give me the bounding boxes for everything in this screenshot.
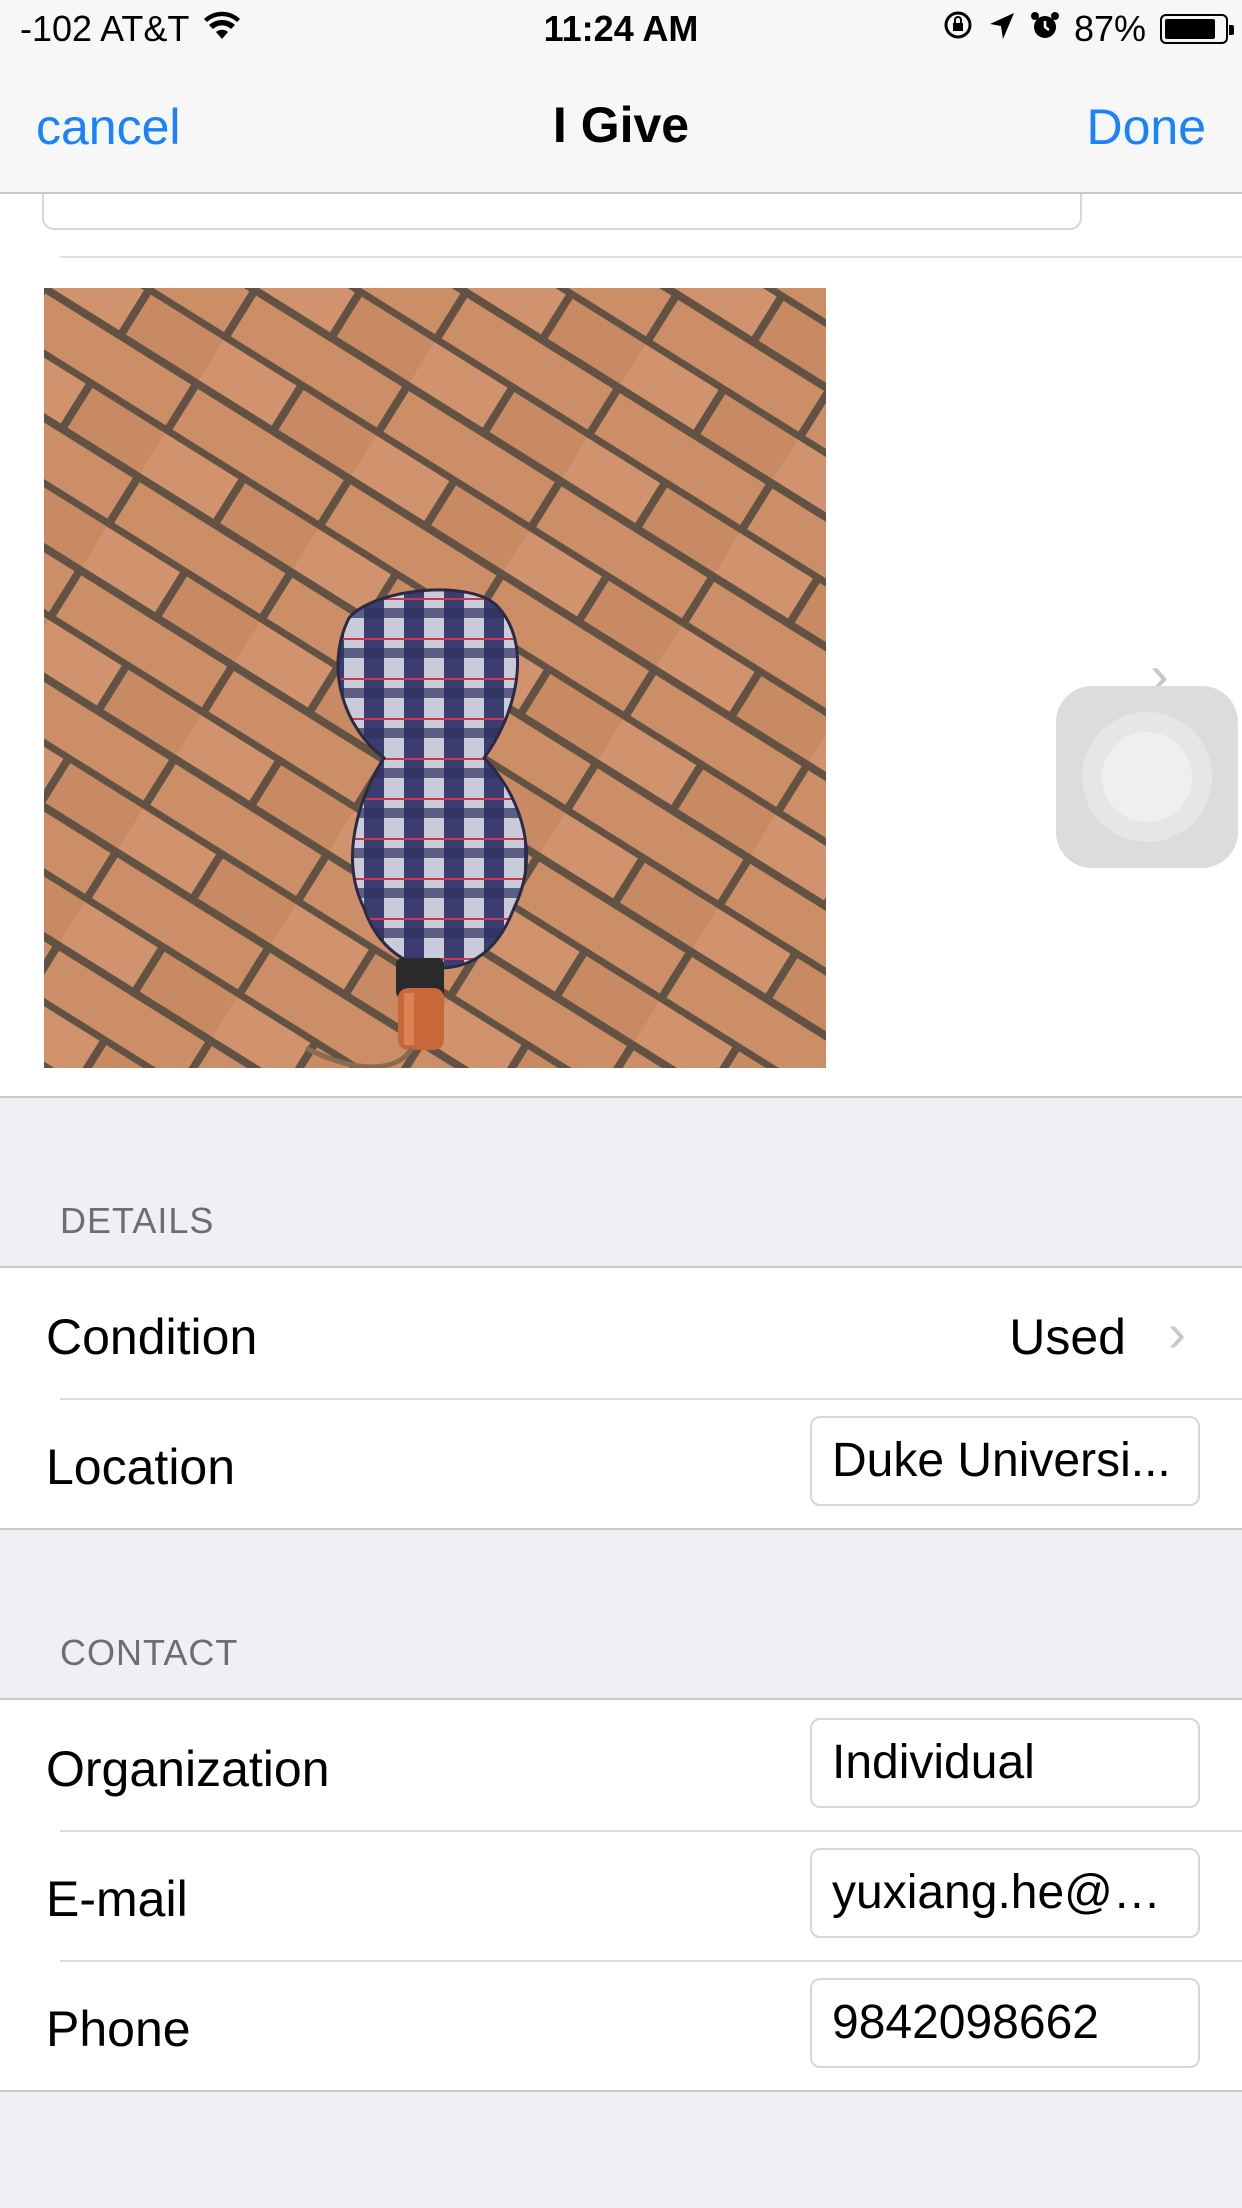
assistive-touch-button[interactable] [1056,686,1238,868]
condition-row[interactable]: Condition Used › [0,1268,1242,1398]
email-row: E-mail yuxiang.he@d... [0,1830,1242,1960]
contact-section-header: CONTACT [60,1632,239,1673]
organization-label: Organization [46,1741,330,1797]
photo-section: › [0,192,1242,1098]
chevron-right-icon: › [1168,1303,1186,1363]
item-photo[interactable] [44,288,826,1070]
screen: -102 AT&T 11:24 AM 87% cancel I Give Don… [0,0,1242,2208]
assistive-touch-ring [1082,712,1212,842]
status-bar: -102 AT&T 11:24 AM 87% [0,0,1242,62]
location-field[interactable]: Duke Universi... [810,1416,1200,1506]
orientation-lock-icon [942,8,974,50]
location-row: Location Duke Universi... [0,1398,1242,1528]
contact-group: Organization Individual E-mail yuxiang.h… [0,1698,1242,2092]
details-group: Condition Used › Location Duke Universi.… [0,1266,1242,1530]
email-label: E-mail [46,1871,188,1927]
navigation-bar: cancel I Give Done [0,62,1242,192]
organization-row: Organization Individual [0,1700,1242,1830]
battery-fill [1165,19,1215,39]
description-field[interactable] [42,192,1082,230]
page-title: I Give [552,97,690,153]
details-section-header: DETAILS [60,1200,215,1241]
organization-field[interactable]: Individual [810,1718,1200,1808]
email-field[interactable]: yuxiang.he@d... [810,1848,1200,1938]
battery-percent: 87% [1073,8,1146,49]
phone-row: Phone 9842098662 [0,1960,1242,2090]
condition-label: Condition [46,1309,258,1365]
battery-icon [1160,14,1234,44]
separator [60,256,1242,258]
location-arrow-icon [988,8,1016,50]
location-label: Location [46,1439,236,1495]
assistive-touch-dot [1102,732,1192,822]
condition-value: Used [1009,1309,1126,1365]
phone-label: Phone [46,2001,191,2057]
done-button[interactable]: Done [1086,98,1206,156]
phone-field[interactable]: 9842098662 [810,1978,1200,2068]
battery-tip [1229,25,1234,35]
top-bar: -102 AT&T 11:24 AM 87% cancel I Give Don… [0,0,1242,194]
status-right: 87% [942,8,1234,50]
alarm-icon [1030,8,1060,50]
